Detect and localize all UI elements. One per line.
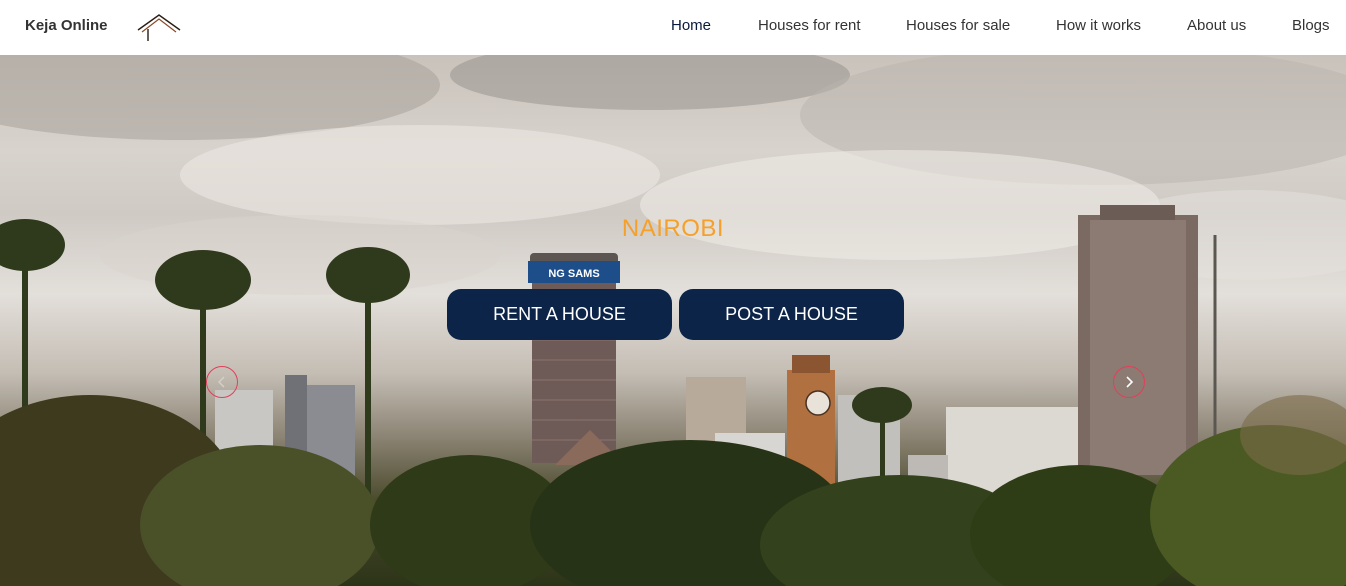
nairobi-skyline-image: NG SAMS [0, 55, 1346, 586]
hero-carousel: NG SAMS NAIROBI RENT A HOUSE POST A HOUS… [0, 55, 1346, 586]
rent-a-house-button[interactable]: RENT A HOUSE [447, 289, 672, 340]
nav-about-us[interactable]: About us [1187, 17, 1246, 34]
post-a-house-button[interactable]: POST A HOUSE [679, 289, 904, 340]
nav-home-label: Home [670, 17, 711, 34]
house-roof-icon[interactable] [136, 11, 182, 43]
hero-title: NAIROBI [621, 215, 725, 242]
nav-how-it-works[interactable]: How it works [1056, 17, 1141, 34]
chevron-left-icon [218, 376, 225, 388]
billboard-text: NG SAMS [548, 268, 599, 280]
carousel-prev-button[interactable] [206, 366, 238, 398]
nav-blogs[interactable]: Blogs [1292, 17, 1330, 34]
top-navbar: Keja Online Home Houses for rent Houses … [0, 0, 1346, 55]
carousel-next-button[interactable] [1113, 366, 1145, 398]
nav-houses-for-sale[interactable]: Houses for sale [906, 17, 1010, 34]
chevron-right-icon [1126, 376, 1134, 388]
brand-name[interactable]: Keja Online [25, 17, 108, 34]
nav-home[interactable]: Home [646, 6, 736, 45]
nav-houses-for-rent[interactable]: Houses for rent [758, 17, 861, 34]
